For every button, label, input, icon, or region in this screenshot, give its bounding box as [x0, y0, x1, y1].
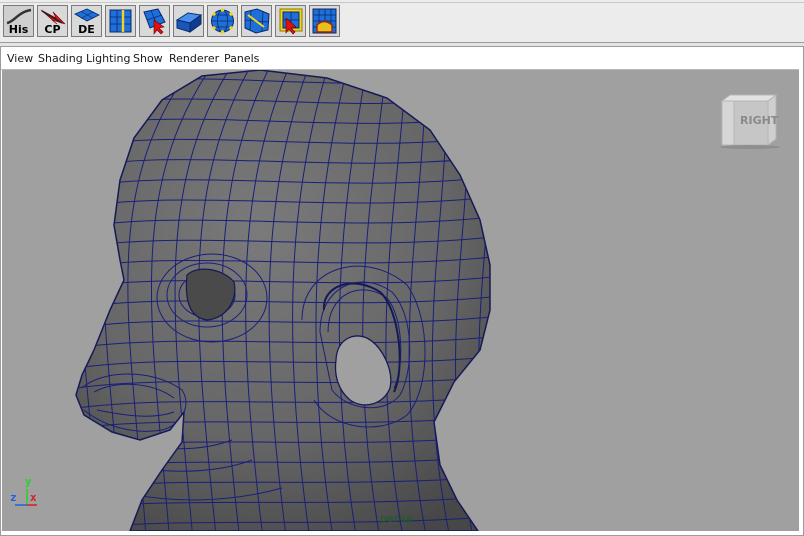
panel-menubar: View Shading Lighting Show Renderer Pane… [1, 47, 799, 70]
wire-meridian [76, 70, 103, 531]
axis-indicator: y z x [7, 475, 47, 515]
menu-show[interactable]: Show [133, 52, 163, 65]
sphere-mesh-icon [208, 6, 237, 36]
sculpt-geometry-button[interactable] [241, 5, 272, 37]
insert-edge-loop-button[interactable] [105, 5, 136, 37]
menu-lighting[interactable]: Lighting [86, 52, 130, 65]
extrude-icon [174, 6, 203, 36]
uv-editor-button[interactable] [309, 5, 340, 37]
smooth-proxy-button[interactable] [207, 5, 238, 37]
center-pivot-button-label: CP [44, 23, 61, 36]
viewcube-face-label: RIGHT [740, 114, 779, 127]
axis-z-label: z [10, 491, 17, 504]
uv-grid-icon [310, 6, 339, 36]
wire-meridian [501, 70, 521, 531]
wire-meridian [539, 70, 567, 531]
select-arrow-icon [276, 6, 305, 36]
split-polygon-button[interactable] [139, 5, 170, 37]
axis-x-label: x [30, 491, 37, 504]
menu-shading[interactable]: Shading [38, 52, 83, 65]
edge-loop-icon [106, 6, 135, 36]
sculpt-icon [242, 6, 271, 36]
split-polygon-icon [140, 6, 169, 36]
axis-y-label: y [25, 475, 32, 488]
history-button[interactable]: His [3, 5, 34, 37]
head-mesh[interactable] [2, 70, 799, 531]
center-pivot-button[interactable]: CP [37, 5, 68, 37]
shelf-divider [0, 2, 804, 3]
wire-meridian [76, 70, 122, 531]
camera-name: persp [380, 512, 414, 525]
menu-panels[interactable]: Panels [224, 52, 259, 65]
menu-view[interactable]: View [7, 52, 33, 65]
shelf: His CP DE [0, 0, 804, 43]
perspective-viewport[interactable]: RIGHT y z x persp [2, 70, 799, 531]
menu-renderer[interactable]: Renderer [169, 52, 219, 65]
delete-edge-button[interactable]: DE [71, 5, 102, 37]
select-faces-button[interactable] [275, 5, 306, 37]
delete-edge-button-label: DE [78, 23, 95, 36]
extrude-face-button[interactable] [173, 5, 204, 37]
history-button-label: His [8, 23, 29, 36]
wire-meridian [520, 70, 544, 531]
